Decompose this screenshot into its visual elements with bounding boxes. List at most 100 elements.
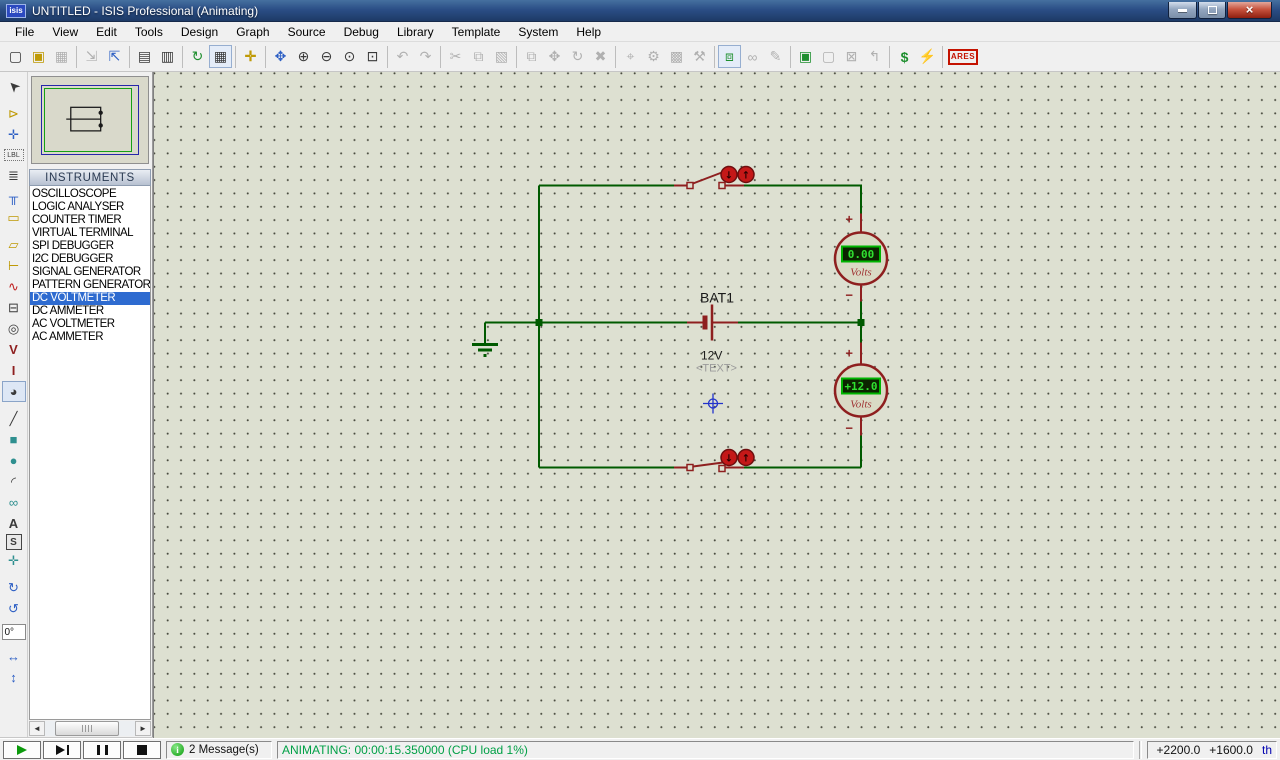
grid-toggle-icon[interactable]: ▦ xyxy=(209,45,232,68)
dc-voltmeter-top[interactable]: 0.00 Volts + − xyxy=(833,212,889,303)
terminals-mode-icon[interactable]: ▱ xyxy=(2,234,26,255)
graph-menu[interactable]: Graph xyxy=(227,23,278,41)
instrument-logic-analyser[interactable]: LOGIC ANALYSER xyxy=(30,201,150,214)
new-design-icon[interactable]: ▢ xyxy=(4,45,27,68)
2d-symbol-icon[interactable]: S xyxy=(5,534,22,550)
make-device-icon[interactable]: ⚙ xyxy=(642,45,665,68)
instrument-counter-timer[interactable]: COUNTER TIMER xyxy=(30,214,150,227)
2d-marker-icon[interactable]: ✛ xyxy=(2,550,26,571)
instrument-dc-voltmeter[interactable]: DC VOLTMETER xyxy=(30,292,150,305)
rotate-clockwise-icon[interactable]: ↻ xyxy=(2,577,26,598)
dc-voltmeter-bottom[interactable]: +12.0 Volts + − xyxy=(833,342,889,436)
edit-menu[interactable]: Edit xyxy=(87,23,126,41)
2d-arc-icon[interactable]: ◜ xyxy=(2,471,26,492)
battery-bat1[interactable] xyxy=(687,304,738,341)
import-section-icon[interactable]: ⇲ xyxy=(80,45,103,68)
electrical-rule-check-icon[interactable]: ⚡ xyxy=(916,45,939,68)
component-mode-icon[interactable]: ⊳ xyxy=(2,103,26,124)
zoom-all-icon[interactable]: ⊙ xyxy=(338,45,361,68)
wire-autorouter-icon[interactable]: ⧈ xyxy=(718,45,741,68)
redraw-icon[interactable]: ↻ xyxy=(186,45,209,68)
new-sheet-icon[interactable]: ▢ xyxy=(817,45,840,68)
graph-mode-icon[interactable]: ∿ xyxy=(2,276,26,297)
print-icon[interactable]: ▤ xyxy=(133,45,156,68)
step-button[interactable] xyxy=(43,740,81,759)
junction-dot-icon[interactable]: ✛ xyxy=(2,124,26,145)
pick-device-icon[interactable]: ⌖ xyxy=(619,45,642,68)
zoom-in-icon[interactable]: ⊕ xyxy=(292,45,315,68)
scrollbar-track[interactable] xyxy=(45,721,135,736)
message-counter[interactable]: i 2 Message(s) xyxy=(166,740,272,759)
exit-to-parent-icon[interactable]: ↰ xyxy=(863,45,886,68)
2d-text-icon[interactable]: A xyxy=(2,513,26,534)
text-script-icon[interactable]: ≣ xyxy=(2,165,26,186)
source-menu[interactable]: Source xyxy=(279,23,335,41)
scroll-left-arrow-icon[interactable]: ◄ xyxy=(29,721,45,736)
file-menu[interactable]: File xyxy=(6,23,43,41)
system-menu[interactable]: System xyxy=(509,23,567,41)
instrument-oscilloscope[interactable]: OSCILLOSCOPE xyxy=(30,188,150,201)
design-explorer-icon[interactable]: ▣ xyxy=(794,45,817,68)
selector-horizontal-scrollbar[interactable]: ◄ ► xyxy=(29,720,151,737)
instrument-ac-voltmeter[interactable]: AC VOLTMETER xyxy=(30,318,150,331)
2d-line-icon[interactable]: ╱ xyxy=(2,408,26,429)
selection-pointer-icon[interactable]: ➤ xyxy=(0,71,29,103)
mirror-vertical-icon[interactable]: ↕ xyxy=(2,667,26,688)
instrument-pattern-generator[interactable]: PATTERN GENERATOR xyxy=(30,279,150,292)
pause-button[interactable] xyxy=(83,740,121,759)
zoom-out-icon[interactable]: ⊖ xyxy=(315,45,338,68)
scrollbar-thumb[interactable] xyxy=(55,721,119,736)
decompose-icon[interactable]: ⚒ xyxy=(688,45,711,68)
bill-of-materials-icon[interactable]: $ xyxy=(893,45,916,68)
stop-button[interactable] xyxy=(123,740,161,759)
tools-menu[interactable]: Tools xyxy=(126,23,172,41)
paste-icon[interactable]: ▧ xyxy=(490,45,513,68)
rotate-anticlockwise-icon[interactable]: ↺ xyxy=(2,598,26,619)
virtual-instruments-icon[interactable]: ◕ xyxy=(1,381,26,402)
instrument-dc-ammeter[interactable]: DC AMMETER xyxy=(30,305,150,318)
open-design-icon[interactable]: ▣ xyxy=(27,45,50,68)
remove-sheet-icon[interactable]: ⊠ xyxy=(840,45,863,68)
schematic-editing-canvas[interactable]: ↓ ↑ BAT1 12V <TEXT> 0.00 Volts + − +12.0… xyxy=(153,72,1280,738)
instrument-virtual-terminal[interactable]: VIRTUAL TERMINAL xyxy=(30,227,150,240)
generator-mode-icon[interactable]: ◎ xyxy=(2,318,26,339)
play-button[interactable] xyxy=(3,740,41,759)
block-move-icon[interactable]: ✥ xyxy=(543,45,566,68)
property-assignment-icon[interactable]: ✎ xyxy=(764,45,787,68)
undo-icon[interactable]: ↶ xyxy=(391,45,414,68)
instrument-ac-ammeter[interactable]: AC AMMETER xyxy=(30,331,150,344)
save-design-icon[interactable]: ▦ xyxy=(50,45,73,68)
current-probe-icon[interactable]: I xyxy=(2,360,26,381)
close-button[interactable]: × xyxy=(1227,2,1272,19)
instrument-i2c-debugger[interactable]: I2C DEBUGGER xyxy=(30,253,150,266)
block-rotate-icon[interactable]: ↻ xyxy=(566,45,589,68)
netlist-to-ares-icon[interactable]: ARES xyxy=(948,48,978,65)
rotation-angle-field[interactable]: 0° xyxy=(1,624,26,640)
2d-circle-icon[interactable]: ● xyxy=(2,450,26,471)
subcircuit-mode-icon[interactable]: ▭ xyxy=(2,207,26,228)
2d-path-icon[interactable]: ∞ xyxy=(2,492,26,513)
minimize-button[interactable] xyxy=(1168,2,1197,19)
instrument-spi-debugger[interactable]: SPI DEBUGGER xyxy=(30,240,150,253)
instrument-signal-generator[interactable]: SIGNAL GENERATOR xyxy=(30,266,150,279)
wire-label-icon[interactable]: LBL xyxy=(3,149,24,161)
mirror-horizontal-icon[interactable]: ↔ xyxy=(2,646,26,667)
redo-icon[interactable]: ↷ xyxy=(414,45,437,68)
mark-output-area-icon[interactable]: ▥ xyxy=(156,45,179,68)
block-delete-icon[interactable]: ✖ xyxy=(589,45,612,68)
scroll-right-arrow-icon[interactable]: ► xyxy=(135,721,151,736)
search-tag-icon[interactable]: ∞ xyxy=(741,45,764,68)
circuit-wires[interactable] xyxy=(485,184,862,469)
restore-button[interactable] xyxy=(1198,2,1226,19)
design-menu[interactable]: Design xyxy=(172,23,227,41)
packaging-tool-icon[interactable]: ▩ xyxy=(665,45,688,68)
library-menu[interactable]: Library xyxy=(388,23,443,41)
help-menu[interactable]: Help xyxy=(567,23,610,41)
voltage-probe-icon[interactable]: V xyxy=(2,339,26,360)
template-menu[interactable]: Template xyxy=(443,23,510,41)
debug-menu[interactable]: Debug xyxy=(335,23,388,41)
cut-icon[interactable]: ✂ xyxy=(444,45,467,68)
copy-icon[interactable]: ⧉ xyxy=(467,45,490,68)
block-copy-icon[interactable]: ⧉ xyxy=(520,45,543,68)
zoom-area-icon[interactable]: ⊡ xyxy=(361,45,384,68)
